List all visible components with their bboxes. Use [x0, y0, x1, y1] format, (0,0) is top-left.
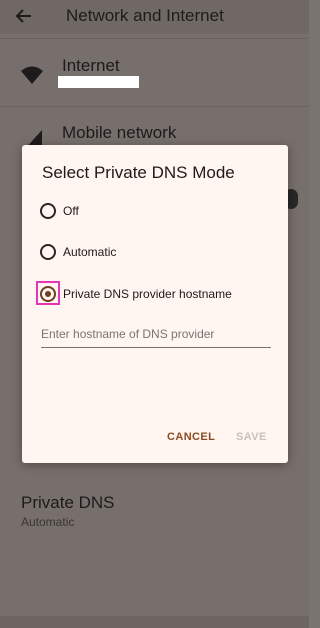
private-dns-dialog: Select Private DNS Mode Off Automatic Pr… — [22, 145, 288, 463]
option-automatic[interactable]: Automatic — [38, 242, 278, 266]
hostname-input[interactable] — [41, 321, 271, 348]
cancel-button[interactable]: CANCEL — [167, 431, 215, 443]
option-off-label: Off — [63, 204, 79, 218]
radio-off[interactable] — [40, 203, 56, 219]
radio-hostname[interactable] — [40, 286, 56, 302]
option-automatic-label: Automatic — [63, 245, 117, 259]
option-hostname[interactable]: Private DNS provider hostname — [36, 281, 278, 308]
option-off[interactable]: Off — [38, 201, 278, 225]
radio-automatic[interactable] — [40, 244, 56, 260]
save-button[interactable]: SAVE — [236, 431, 267, 443]
option-hostname-label: Private DNS provider hostname — [63, 287, 232, 301]
dialog-title: Select Private DNS Mode — [42, 163, 235, 182]
